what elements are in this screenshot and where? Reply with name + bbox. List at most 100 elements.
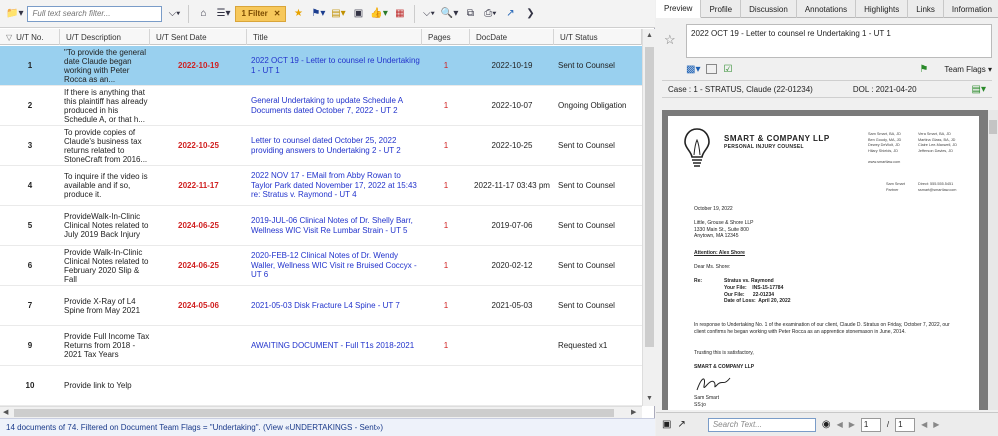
table-row[interactable]: 5 ProvideWalk-In-Clinic Clinical Notes re… bbox=[0, 206, 642, 246]
case-info-row: Case : 1 - STRATUS, Claude (22-01234) DO… bbox=[662, 80, 992, 98]
image-icon[interactable] bbox=[706, 64, 718, 74]
ut-status-cell: Sent to Counsel bbox=[558, 61, 615, 70]
scroll-left-icon[interactable]: ◀ bbox=[3, 408, 8, 416]
print-icon[interactable]: ⎙▾ bbox=[482, 5, 498, 23]
horizontal-scrollbar[interactable]: ◀ ▶ bbox=[0, 406, 642, 418]
folder-icon[interactable]: 📁▾ bbox=[6, 5, 23, 23]
ut-no-cell: 4 bbox=[27, 181, 33, 190]
table-row[interactable]: 1 "To provide the general date Claude beg… bbox=[0, 46, 642, 86]
signature-name: Sam Smart SS:jo bbox=[694, 395, 720, 408]
prev-hit-icon[interactable]: ◀ bbox=[837, 420, 843, 429]
open-external-icon[interactable]: ↗ bbox=[502, 5, 518, 23]
column-filter-icon[interactable]: ⌵▾ bbox=[421, 5, 437, 23]
tab-preview[interactable]: Preview bbox=[656, 0, 702, 18]
col-header-ut-no[interactable]: ▽ U/T No. bbox=[0, 29, 60, 45]
page-total: 1 bbox=[895, 417, 916, 432]
clear-filter-icon[interactable]: ✕ bbox=[274, 9, 281, 18]
table-row[interactable]: 9 Provide Full Income Tax Returns from 20… bbox=[0, 326, 642, 366]
tab-information[interactable]: Information bbox=[944, 0, 998, 18]
document-icon[interactable]: ▣ bbox=[350, 5, 366, 23]
table-row[interactable]: 10 Provide link to Yelp bbox=[0, 366, 642, 406]
flag-icon[interactable]: ⚑▾ bbox=[310, 5, 326, 23]
color-label-icon[interactable]: ▤▾ bbox=[330, 5, 346, 23]
book-icon[interactable]: ▤▾ bbox=[972, 84, 986, 95]
ut-no-cell: 1 bbox=[27, 61, 33, 70]
table-row[interactable]: 3 To provide copies of Claude's business … bbox=[0, 126, 642, 166]
viewer-scrollbar[interactable] bbox=[988, 110, 998, 410]
lightbulb-logo-icon bbox=[684, 128, 710, 167]
stamp-icon[interactable]: ▩▾ bbox=[686, 64, 700, 75]
col-header-ut-sent-date[interactable]: U/T Sent Date bbox=[150, 29, 247, 45]
thumbs-icon[interactable]: 👍▾ bbox=[370, 5, 387, 23]
favorite-star-icon[interactable]: ☆ bbox=[664, 32, 676, 48]
team-flag-icon[interactable]: ⚑ bbox=[919, 64, 928, 75]
lawyers-list-right: Vera Smart, BA, JD Martina Glass, BA, JD… bbox=[918, 132, 958, 153]
list-view-icon[interactable]: ☰▾ bbox=[215, 5, 231, 23]
col-header-ut-description[interactable]: U/T Description bbox=[60, 29, 150, 45]
calendar-icon[interactable]: ▦ bbox=[392, 5, 408, 23]
title-cell[interactable] bbox=[247, 366, 422, 405]
funnel-filter-icon[interactable]: ⌵▾ bbox=[166, 5, 182, 23]
title-cell[interactable]: Letter to counsel dated October 25, 2022… bbox=[247, 126, 422, 165]
title-cell[interactable]: 2022 NOV 17 - EMail from Abby Rowan to T… bbox=[247, 166, 422, 205]
col-header-ut-status[interactable]: U/T Status bbox=[554, 29, 642, 45]
team-flags-dropdown[interactable]: Team Flags ▾ bbox=[944, 65, 992, 74]
firm-website: www.smartlaw.com bbox=[868, 160, 901, 164]
horizontal-scroll-thumb[interactable] bbox=[14, 409, 614, 417]
scroll-right-icon[interactable]: ▶ bbox=[631, 408, 636, 416]
star-icon[interactable]: ★ bbox=[290, 5, 306, 23]
ut-no-cell: 3 bbox=[27, 141, 33, 150]
page-number-input[interactable]: 1 bbox=[860, 417, 881, 432]
copy-icon[interactable]: ⧉ bbox=[462, 5, 478, 23]
title-cell[interactable]: General Undertaking to update Schedule A… bbox=[247, 86, 422, 125]
ut-description-cell: To inquire if the video is available and… bbox=[64, 172, 148, 199]
table-row[interactable]: 6 Provide Walk-In-Clinic Clinical Notes r… bbox=[0, 246, 642, 286]
table-row[interactable]: 4 To inquire if the video is available an… bbox=[0, 166, 642, 206]
title-cell[interactable]: 2020-FEB-12 Clinical Notes of Dr. Wendy … bbox=[247, 246, 422, 285]
search-text-input[interactable]: Search Text... bbox=[707, 417, 816, 432]
tab-annotations[interactable]: Annotations bbox=[797, 0, 857, 18]
ut-description-cell: ProvideWalk-In-Clinic Clinical Notes rel… bbox=[64, 212, 149, 239]
vertical-scroll-thumb[interactable] bbox=[645, 47, 654, 347]
pages-cell bbox=[422, 366, 470, 405]
full-text-search-input[interactable] bbox=[27, 5, 163, 22]
title-cell[interactable]: 2019-JUL-06 Clinical Notes of Dr. Shelly… bbox=[247, 206, 422, 245]
table-row[interactable]: 2 If there is anything that this plaintif… bbox=[0, 86, 642, 126]
next-page-icon[interactable]: ▶ bbox=[933, 420, 939, 429]
table-row[interactable]: 7 Provide X-Ray of L4 Spine from May 2021… bbox=[0, 286, 642, 326]
prev-page-icon[interactable]: ◀ bbox=[921, 420, 927, 429]
chevron-right-icon[interactable]: ❯ bbox=[522, 5, 538, 23]
tab-profile[interactable]: Profile bbox=[701, 0, 742, 18]
tab-highlights[interactable]: Highlights bbox=[856, 0, 909, 18]
tab-discussion[interactable]: Discussion bbox=[741, 0, 797, 18]
external-view-icon[interactable]: ↗ bbox=[677, 419, 685, 430]
filter-count-badge[interactable]: 1 Filter ✕ bbox=[235, 5, 287, 22]
scroll-up-icon[interactable]: ▲ bbox=[646, 32, 653, 39]
scroll-down-icon[interactable]: ▼ bbox=[646, 395, 653, 402]
find-icon[interactable]: 🔍▾ bbox=[441, 5, 458, 23]
vertical-scrollbar[interactable]: ▲ ▼ bbox=[642, 29, 655, 406]
sort-icon: ▽ bbox=[6, 32, 13, 42]
pages-cell: 1 bbox=[443, 221, 449, 230]
preview-toolbar: ▩▾ ☑ ⚑ Team Flags ▾ bbox=[656, 62, 998, 76]
col-header-pages[interactable]: Pages bbox=[422, 29, 470, 45]
col-header-docdate[interactable]: DocDate bbox=[470, 29, 554, 45]
title-cell[interactable]: 2021-05-03 Disk Fracture L4 Spine - UT 7 bbox=[247, 286, 422, 325]
tab-links[interactable]: Links bbox=[908, 0, 944, 18]
ut-no-cell: 2 bbox=[27, 101, 33, 110]
viewer-scroll-thumb[interactable] bbox=[989, 120, 997, 134]
title-cell[interactable]: 2022 OCT 19 - Letter to counsel re Under… bbox=[247, 46, 422, 85]
col-header-title[interactable]: Title bbox=[247, 29, 422, 45]
re-details: Your File: INS-15-17784 Our File: 22-012… bbox=[724, 285, 791, 304]
document-title-field[interactable]: 2022 OCT 19 - Letter to counsel re Under… bbox=[686, 24, 992, 58]
document-viewer[interactable]: SMART & COMPANY LLP PERSONAL INJURY COUN… bbox=[662, 110, 988, 410]
ut-no-cell: 10 bbox=[25, 381, 35, 390]
annotation-icon[interactable]: ▣ bbox=[662, 419, 671, 430]
docdate-cell: 2022-10-25 bbox=[491, 141, 533, 150]
checkmark-icon[interactable]: ☑ bbox=[723, 64, 732, 75]
home-icon[interactable]: ⌂ bbox=[195, 5, 211, 23]
status-bar: 14 documents of 74. Filtered on Document… bbox=[0, 418, 655, 436]
next-hit-icon[interactable]: ▶ bbox=[849, 420, 855, 429]
binoculars-icon[interactable]: ◉ bbox=[822, 419, 831, 430]
title-cell[interactable]: AWAITING DOCUMENT - Full T1s 2018-2021 bbox=[247, 326, 422, 365]
